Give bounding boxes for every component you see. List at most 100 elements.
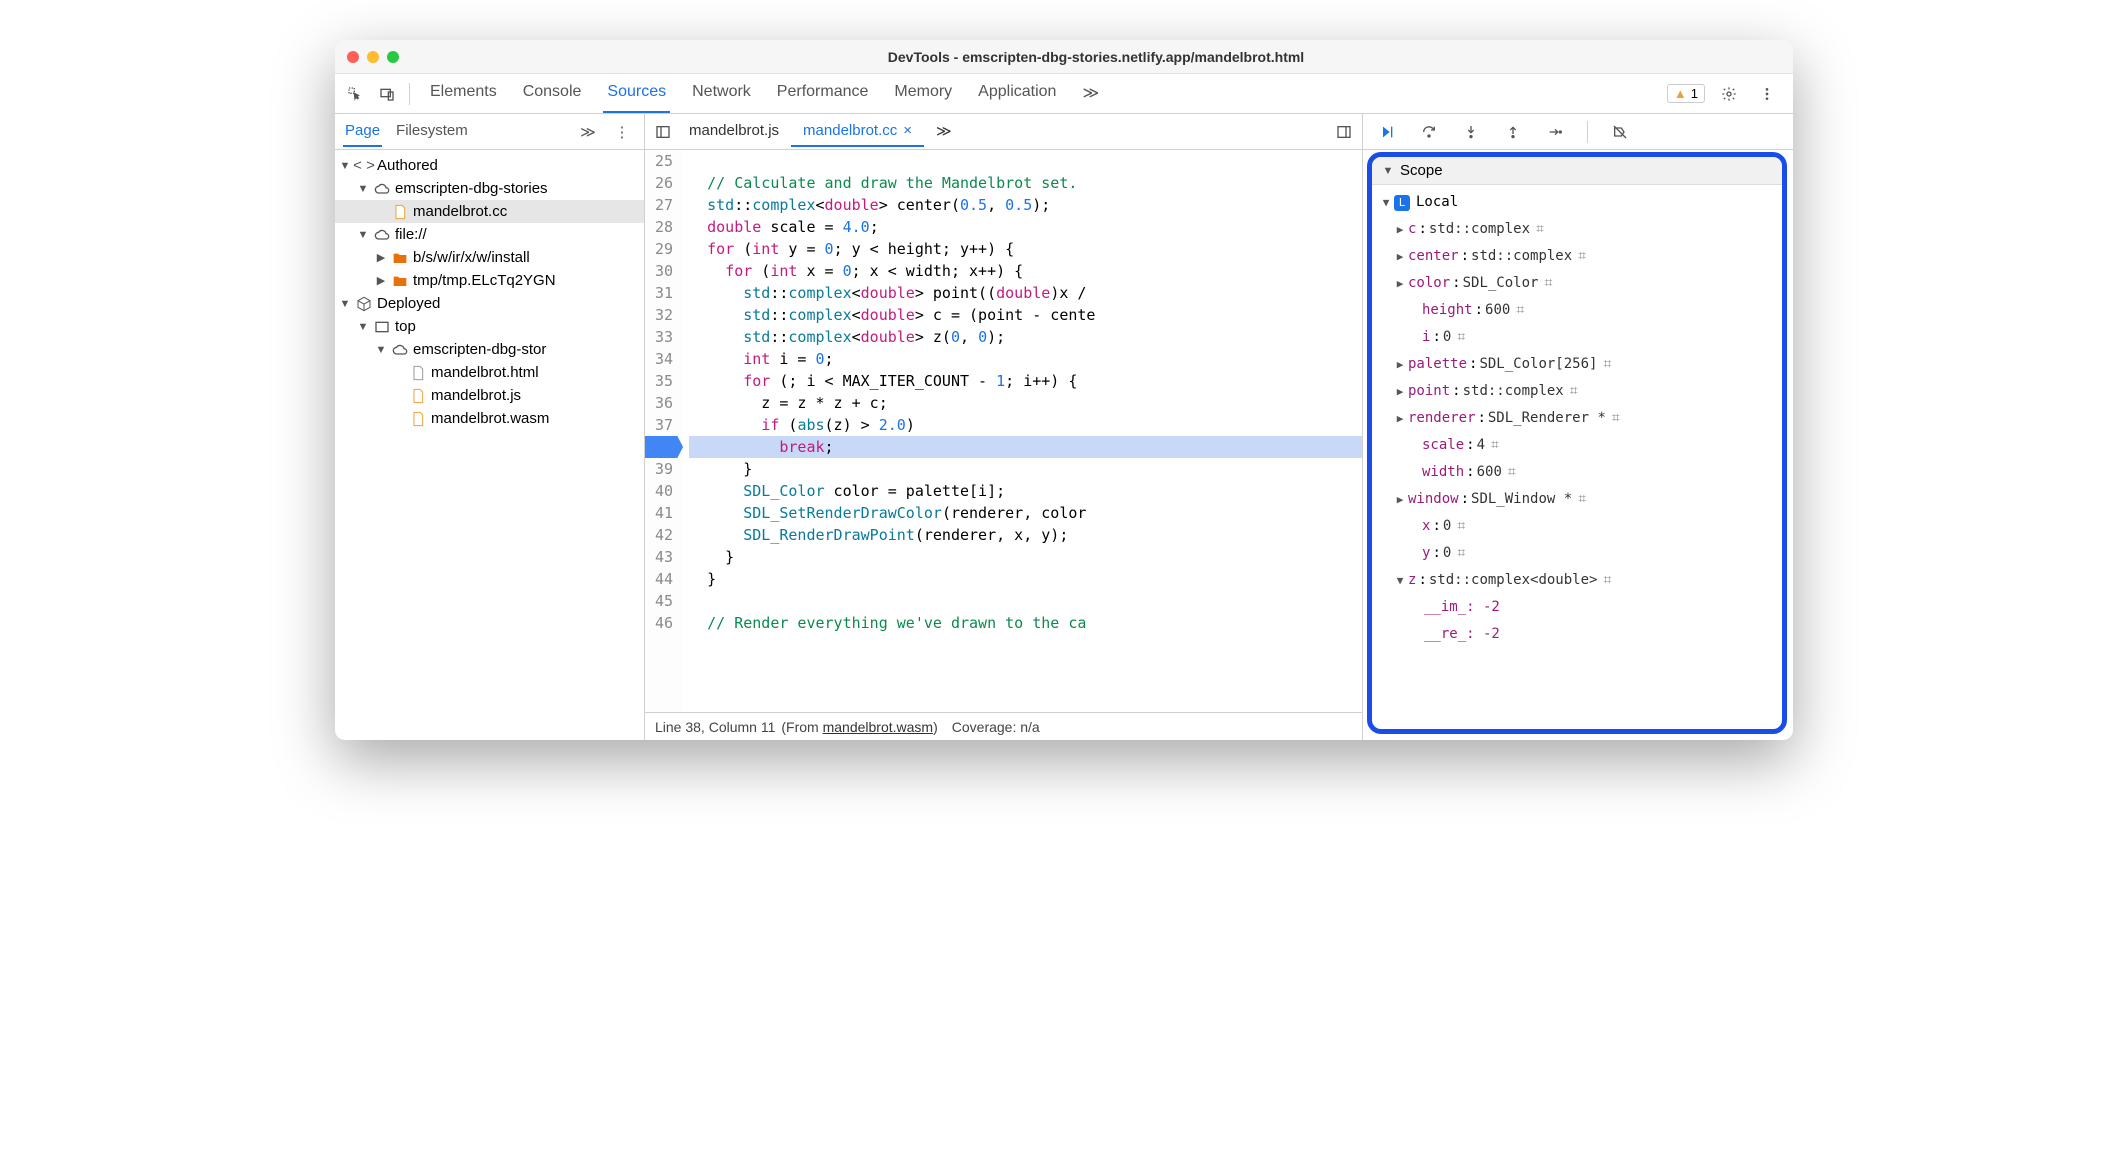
tree-file-js[interactable]: mandelbrot.js <box>335 384 644 407</box>
memory-icon[interactable]: ⌗ <box>1578 486 1586 513</box>
memory-icon[interactable]: ⌗ <box>1570 378 1578 405</box>
navigator-sidebar: Page Filesystem ≫ ⋮ ▼< >Authored ▼emscri… <box>335 114 645 740</box>
tree-file-mandelbrot-cc[interactable]: mandelbrot.cc <box>335 200 644 223</box>
toggle-debugger-icon[interactable] <box>1330 118 1358 146</box>
scope-var-point[interactable]: ▶point: std::complex⌗ <box>1376 378 1778 405</box>
resume-button[interactable] <box>1373 118 1401 146</box>
scope-var-height[interactable]: height: 600⌗ <box>1376 297 1778 324</box>
sidebar-tab-filesystem[interactable]: Filesystem <box>394 116 470 147</box>
tree-file-wasm[interactable]: mandelbrot.wasm <box>335 407 644 430</box>
editor-tab-cc[interactable]: mandelbrot.cc× <box>791 116 924 147</box>
step-out-button[interactable] <box>1499 118 1527 146</box>
memory-icon[interactable]: ⌗ <box>1516 297 1524 324</box>
main-tabs: Elements Console Sources Network Perform… <box>426 75 1103 113</box>
memory-icon[interactable]: ⌗ <box>1578 243 1586 270</box>
deactivate-breakpoints-button[interactable] <box>1606 118 1634 146</box>
brackets-icon: < > <box>355 157 373 174</box>
zoom-window-button[interactable] <box>387 51 399 63</box>
editor-tab-js[interactable]: mandelbrot.js <box>677 116 791 147</box>
step-into-button[interactable] <box>1457 118 1485 146</box>
file-icon <box>409 411 427 427</box>
cloud-icon <box>391 342 409 358</box>
main-tabbar: Elements Console Sources Network Perform… <box>335 74 1793 114</box>
scope-var-z-re: __re_: -2 <box>1376 621 1778 648</box>
tree-folder-1[interactable]: ▶b/s/w/ir/x/w/install <box>335 246 644 269</box>
scope-panel: ▼Scope ▼LLocal ▶c: std::complex⌗▶center:… <box>1367 152 1787 734</box>
step-over-button[interactable] <box>1415 118 1443 146</box>
sidebar-overflow[interactable]: ≫ <box>574 118 602 146</box>
memory-icon[interactable]: ⌗ <box>1536 216 1544 243</box>
file-tree: ▼< >Authored ▼emscripten-dbg-stories man… <box>335 150 644 740</box>
folder-icon <box>391 250 409 266</box>
scope-var-scale[interactable]: scale: 4⌗ <box>1376 432 1778 459</box>
tree-top[interactable]: ▼top <box>335 315 644 338</box>
traffic-lights <box>347 51 399 63</box>
debugger-panel: ▼Scope ▼LLocal ▶c: std::complex⌗▶center:… <box>1363 114 1793 740</box>
editor-panel: mandelbrot.js mandelbrot.cc× ≫ 252627282… <box>645 114 1363 740</box>
device-toolbar-icon[interactable] <box>373 80 401 108</box>
editor-tabs-overflow[interactable]: ≫ <box>924 116 964 148</box>
scope-var-window[interactable]: ▶window: SDL_Window *⌗ <box>1376 486 1778 513</box>
code-editor[interactable]: 2526272829303132333435363738394041424344… <box>645 150 1362 712</box>
memory-icon[interactable]: ⌗ <box>1457 540 1465 567</box>
tree-authored[interactable]: ▼< >Authored <box>335 154 644 177</box>
scope-var-x[interactable]: x: 0⌗ <box>1376 513 1778 540</box>
tab-sources[interactable]: Sources <box>603 75 670 113</box>
more-menu-icon[interactable] <box>1753 80 1781 108</box>
memory-icon[interactable]: ⌗ <box>1603 351 1611 378</box>
tree-folder-2[interactable]: ▶tmp/tmp.ELcTq2YGN <box>335 269 644 292</box>
cloud-icon <box>373 181 391 197</box>
memory-icon[interactable]: ⌗ <box>1457 324 1465 351</box>
scope-var-color[interactable]: ▶color: SDL_Color⌗ <box>1376 270 1778 297</box>
tab-performance[interactable]: Performance <box>773 75 873 113</box>
scope-local-header[interactable]: ▼LLocal <box>1376 189 1778 216</box>
memory-icon[interactable]: ⌗ <box>1612 405 1620 432</box>
scope-var-center[interactable]: ▶center: std::complex⌗ <box>1376 243 1778 270</box>
scope-var-width[interactable]: width: 600⌗ <box>1376 459 1778 486</box>
coverage-info: Coverage: n/a <box>952 719 1040 735</box>
close-tab-icon[interactable]: × <box>903 122 912 139</box>
sidebar-more-icon[interactable]: ⋮ <box>608 118 636 146</box>
tab-console[interactable]: Console <box>519 75 586 113</box>
scope-var-renderer[interactable]: ▶renderer: SDL_Renderer *⌗ <box>1376 405 1778 432</box>
cloud-icon <box>373 227 391 243</box>
editor-statusbar: Line 38, Column 11 (From mandelbrot.wasm… <box>645 712 1362 740</box>
scope-var-i[interactable]: i: 0⌗ <box>1376 324 1778 351</box>
tree-cloud-1[interactable]: ▼emscripten-dbg-stories <box>335 177 644 200</box>
source-link[interactable]: mandelbrot.wasm <box>823 719 934 735</box>
scope-var-z[interactable]: ▼z: std::complex<double>⌗ <box>1376 567 1778 594</box>
tree-cloud-2[interactable]: ▼emscripten-dbg-stor <box>335 338 644 361</box>
warnings-badge[interactable]: ▲1 <box>1667 84 1705 103</box>
window-title: DevTools - emscripten-dbg-stories.netlif… <box>411 49 1781 65</box>
tree-file-html[interactable]: mandelbrot.html <box>335 361 644 384</box>
file-icon <box>391 204 409 220</box>
tree-file-scheme[interactable]: ▼file:// <box>335 223 644 246</box>
memory-icon[interactable]: ⌗ <box>1491 432 1499 459</box>
scope-var-palette[interactable]: ▶palette: SDL_Color[256]⌗ <box>1376 351 1778 378</box>
cursor-position: Line 38, Column 11 <box>655 719 775 735</box>
scope-header[interactable]: ▼Scope <box>1372 157 1782 185</box>
step-button[interactable] <box>1541 118 1569 146</box>
minimize-window-button[interactable] <box>367 51 379 63</box>
inspect-element-icon[interactable] <box>341 80 369 108</box>
close-window-button[interactable] <box>347 51 359 63</box>
scope-var-z-im: __im_: -2 <box>1376 594 1778 621</box>
tab-network[interactable]: Network <box>688 75 755 113</box>
scope-body: ▼LLocal ▶c: std::complex⌗▶center: std::c… <box>1372 185 1782 656</box>
memory-icon[interactable]: ⌗ <box>1457 513 1465 540</box>
toggle-navigator-icon[interactable] <box>649 118 677 146</box>
settings-icon[interactable] <box>1715 80 1743 108</box>
memory-icon[interactable]: ⌗ <box>1544 270 1552 297</box>
tab-memory[interactable]: Memory <box>890 75 956 113</box>
memory-icon[interactable]: ⌗ <box>1508 459 1516 486</box>
tabs-overflow[interactable]: ≫ <box>1078 75 1103 113</box>
folder-icon <box>391 273 409 289</box>
memory-icon[interactable]: ⌗ <box>1603 567 1611 594</box>
scope-var-y[interactable]: y: 0⌗ <box>1376 540 1778 567</box>
tab-elements[interactable]: Elements <box>426 75 501 113</box>
sidebar-tab-page[interactable]: Page <box>343 116 382 147</box>
tree-deployed[interactable]: ▼Deployed <box>335 292 644 315</box>
scope-var-c[interactable]: ▶c: std::complex⌗ <box>1376 216 1778 243</box>
tab-application[interactable]: Application <box>974 75 1060 113</box>
code-content: // Calculate and draw the Mandelbrot set… <box>683 150 1362 712</box>
